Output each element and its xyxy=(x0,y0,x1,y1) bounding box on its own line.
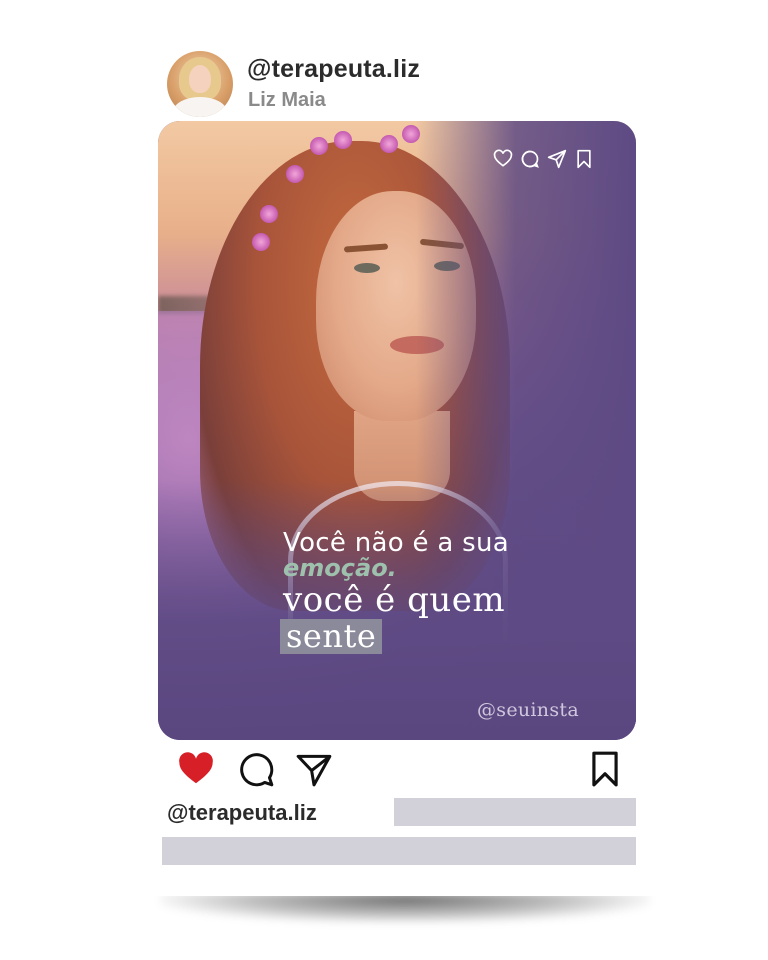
caption-handle[interactable]: @terapeuta.liz xyxy=(167,800,317,826)
quote-line-2: emoção. xyxy=(283,554,397,582)
flower xyxy=(260,205,278,223)
avatar[interactable] xyxy=(167,51,233,117)
send-outline-icon xyxy=(547,149,567,169)
comment-outline-icon xyxy=(520,149,540,169)
comment-placeholder-bar xyxy=(162,837,636,865)
post-top-icons xyxy=(493,148,597,170)
flower xyxy=(286,165,304,183)
quote-line-3: você é quem xyxy=(283,580,506,620)
watermark: @seuinsta xyxy=(477,699,579,721)
bookmark-outline-icon xyxy=(574,149,594,169)
post-image[interactable] xyxy=(158,121,636,740)
action-bar xyxy=(176,750,626,790)
left-eye xyxy=(354,263,380,273)
flower xyxy=(252,233,270,251)
caption-placeholder-bar xyxy=(394,798,636,826)
instagram-post-mockup: @terapeuta.liz Liz Maia Você não é a sua… xyxy=(0,0,768,960)
flower xyxy=(310,137,328,155)
profile-handle[interactable]: @terapeuta.liz xyxy=(247,55,420,84)
avatar-shirt xyxy=(173,97,227,117)
send-icon[interactable] xyxy=(294,750,334,788)
heart-outline-icon xyxy=(493,149,513,169)
avatar-face xyxy=(189,65,211,93)
heart-filled-icon[interactable] xyxy=(176,750,216,788)
flower xyxy=(380,135,398,153)
bookmark-icon[interactable] xyxy=(588,750,628,788)
card-shadow xyxy=(160,893,650,923)
quote-line-4: sente xyxy=(280,619,383,654)
quote-text: Você não é a sua emoção. você é quem xyxy=(283,528,509,620)
profile-name: Liz Maia xyxy=(248,89,326,111)
flower xyxy=(334,131,352,149)
comment-icon[interactable] xyxy=(236,750,276,788)
